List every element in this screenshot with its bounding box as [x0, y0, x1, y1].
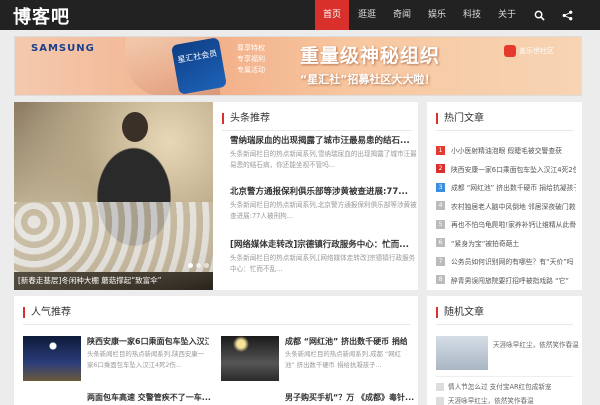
banner-headline: 重量级神秘组织 — [300, 45, 441, 67]
popular-desc: 头条新闻栏目的热点新闻系列,成都 “网红池” 挤出数千硬币 捐给抗凝孩子... — [285, 350, 402, 369]
hot-item-text[interactable]: 醉青男误闯旅院要打招呼被指戏路 “它” — [451, 275, 569, 285]
section-title: 头条推荐 — [222, 113, 270, 124]
section-title: 随机文章 — [436, 307, 484, 318]
hot-item[interactable]: 5 再也不怕乌龟爬啦!家养补钙让维精从此骨头 — [436, 215, 576, 234]
nav-entertainment[interactable]: 娱乐 — [420, 0, 454, 30]
hot-item[interactable]: 7 公务员如何识别网的有哪些？有“天价”吗 — [436, 252, 576, 271]
rank-badge: 8 — [436, 275, 445, 285]
rank-badge: 6 — [436, 238, 445, 248]
hot-item-text[interactable]: 农村独居老人脑中风倒地 邻居深夜破门救人 — [451, 201, 576, 211]
slider-dot[interactable] — [204, 263, 209, 268]
featured-image — [14, 202, 213, 272]
banner-benefit-3: 专属活动 — [237, 66, 265, 74]
rank-badge: 5 — [436, 219, 445, 229]
featured-slider[interactable]: [新春走基层]冬闲种大棚 蘑菇撑起“致富伞” — [14, 102, 213, 290]
nav-oddities[interactable]: 奇闻 — [385, 0, 419, 30]
featured-caption[interactable]: [新春走基层]冬闲种大棚 蘑菇撑起“致富伞” — [14, 272, 213, 290]
banner-brand: SAMSUNG — [31, 43, 95, 54]
popular-text: 成都 “网红池” 挤出数千硬币 捐给... 头条新闻栏目的热点新闻系列,成都 “… — [285, 336, 407, 381]
hot-item-text[interactable]: “紧身为宝”被拍奇葩土 — [451, 238, 519, 248]
popular-desc: 头条新闻栏目的热点新闻系列,陕西安康一家6口乘面包车坠入汉江4死2伤... — [87, 350, 205, 369]
news-title[interactable]: [网络媒体走转改]宗德镇行政服务中心：忙而... — [230, 239, 418, 251]
banner-subline: “星汇社”招募社区大大啦！ — [300, 73, 436, 86]
news-item[interactable]: 雪纳瑞尿血的出现揭露了城市汪最易患的结石... 头条新闻栏目的热点新闻系列,雪纳… — [230, 135, 418, 171]
random-item-text[interactable]: 天涯咏早红尘，依然笑作春温 — [448, 397, 534, 405]
news-title[interactable]: 北京警方通报保利俱乐部等涉黄被查进展:77... — [230, 186, 418, 198]
bullet-icon — [436, 383, 444, 391]
hot-item[interactable]: 2 陕西安康一家6口乘面包车坠入汉江4死2伤 — [436, 160, 576, 179]
hot-item[interactable]: 1 小小医射精油泡眼 假睫毛被交警查获 — [436, 141, 576, 160]
section-divider — [222, 130, 412, 131]
bullet-icon — [436, 397, 444, 405]
banner-benefit-2: 专享福利 — [237, 55, 265, 63]
section-title: 人气推荐 — [23, 307, 71, 318]
nav-home[interactable]: 首页 — [315, 0, 349, 30]
rank-badge: 2 — [436, 164, 445, 174]
section-divider — [436, 130, 573, 131]
news-title[interactable]: 雪纳瑞尿血的出现揭露了城市汪最易患的结石... — [230, 135, 418, 147]
share-icon[interactable] — [553, 0, 581, 30]
section-divider — [23, 324, 410, 325]
site-logo[interactable]: 博客吧 — [13, 3, 70, 29]
banner-member-card: 星汇社会员 — [171, 37, 227, 95]
section-title: 热门文章 — [436, 113, 484, 124]
slider-dot[interactable] — [196, 263, 201, 268]
headline-panel: [新春走基层]冬闲种大棚 蘑菇撑起“致富伞” 头条推荐 雪纳瑞尿血的出现揭露了城… — [14, 102, 418, 290]
nav-tech[interactable]: 科技 — [455, 0, 489, 30]
news-desc: 头条新闻栏目的热点新闻系列,北京警方通报保利俱乐部等涉黄被查进展:77人被刑拘.… — [230, 201, 417, 220]
random-panel: 随机文章 天涯咏早红尘，依然笑作春温 情人节怎么过 支付宝AR红包成新宠 天涯咏… — [427, 296, 582, 405]
hot-item[interactable]: 6 “紧身为宝”被拍奇葩土 — [436, 234, 576, 253]
popular-panel: 人气推荐 陕西安康一家6口乘面包车坠入汉江... 头条新闻栏目的热点新闻系列,陕… — [14, 296, 418, 405]
hot-item-text[interactable]: 陕西安康一家6口乘面包车坠入汉江4死2伤 — [451, 164, 576, 174]
popular-title[interactable]: 成都 “网红池” 挤出数千硬币 捐给... — [285, 336, 407, 347]
random-item[interactable]: 情人节怎么过 支付宝AR红包成新宠 — [436, 381, 552, 391]
news-desc: 头条新闻栏目的热点新闻系列,雪纳瑞尿血的出现揭露了城市汪最易患的结石病，你还能坐… — [230, 150, 417, 169]
hot-list: 1 小小医射精油泡眼 假睫毛被交警查获 2 陕西安康一家6口乘面包车坠入汉江4死2伤… — [436, 141, 576, 289]
hot-item-text[interactable]: 成都 “网红池” 挤出数千硬币 捐给抗凝孩子 — [451, 182, 576, 192]
main-nav: 首页 逛逛 奇闻 娱乐 科技 关于 — [315, 0, 581, 30]
banner-benefits: 尊享特权 专享福利 专属活动 — [237, 43, 265, 76]
random-item[interactable]: 天涯咏早红尘，依然笑作春温 — [436, 395, 534, 405]
popular-thumbnail[interactable] — [221, 336, 279, 381]
rank-badge: 1 — [436, 145, 445, 155]
slider-dot[interactable] — [188, 263, 193, 268]
popular-title[interactable]: 两面包车高速 交警管疾不了一车... — [87, 392, 211, 403]
news-desc: 头条新闻栏目的热点新闻系列,[网络媒体走转改]宗德镇行政服务中心：忙而不乱... — [230, 254, 416, 273]
hot-item-text[interactable]: 小小医射精油泡眼 假睫毛被交警查获 — [451, 145, 562, 155]
slider-dots — [188, 263, 209, 268]
section-divider — [436, 324, 573, 325]
hot-articles-panel: 热门文章 1 小小医射精油泡眼 假睫毛被交警查获 2 陕西安康一家6口乘面包车坠入汉… — [427, 102, 582, 290]
search-icon[interactable] — [525, 0, 553, 30]
rank-badge: 4 — [436, 201, 445, 211]
hot-item-text[interactable]: 再也不怕乌龟爬啦!家养补钙让维精从此骨头 — [451, 219, 576, 229]
popular-title[interactable]: 男子购买手机“？万 《成都》毒针... — [285, 392, 414, 403]
featured-image-person — [122, 112, 148, 142]
section-divider — [436, 376, 573, 377]
hot-item[interactable]: 4 农村独居老人脑中风倒地 邻居深夜破门救人 — [436, 197, 576, 216]
random-item-text[interactable]: 情人节怎么过 支付宝AR红包成新宠 — [448, 383, 552, 391]
random-title[interactable]: 天涯咏早红尘，依然笑作春温 — [493, 339, 579, 349]
banner-benefit-1: 尊享特权 — [237, 44, 265, 52]
popular-text: 陕西安康一家6口乘面包车坠入汉江... 头条新闻栏目的热点新闻系列,陕西安康一家… — [87, 336, 209, 381]
hot-item[interactable]: 8 醉青男误闯旅院要打招呼被指戏路 “它” — [436, 271, 576, 290]
ad-banner[interactable]: SAMSUNG 星汇社会员 尊享特权 专享福利 专属活动 重量级神秘组织 “星汇… — [14, 36, 582, 96]
top-navigation-bar: 博客吧 首页 逛逛 奇闻 娱乐 科技 关于 — [0, 0, 600, 30]
popular-thumbnail[interactable] — [23, 336, 81, 381]
hot-item[interactable]: 3 成都 “网红池” 挤出数千硬币 捐给抗凝孩子 — [436, 178, 576, 197]
popular-title[interactable]: 陕西安康一家6口乘面包车坠入汉江... — [87, 336, 209, 347]
hot-item-text[interactable]: 公务员如何识别网的有哪些？有“天价”吗 — [451, 256, 574, 266]
news-item[interactable]: 北京警方通报保利俱乐部等涉黄被查进展:77... 头条新闻栏目的热点新闻系列,北… — [230, 186, 418, 222]
community-logo-icon — [504, 45, 516, 57]
nav-browse[interactable]: 逛逛 — [350, 0, 384, 30]
banner-community: 盖乐世社区 — [504, 45, 554, 57]
random-thumbnail[interactable] — [436, 336, 488, 370]
news-item[interactable]: [网络媒体走转改]宗德镇行政服务中心：忙而... 头条新闻栏目的热点新闻系列,[… — [230, 239, 418, 275]
rank-badge: 3 — [436, 182, 445, 192]
community-name: 盖乐世社区 — [519, 47, 554, 55]
rank-badge: 7 — [436, 256, 445, 266]
nav-about[interactable]: 关于 — [490, 0, 524, 30]
